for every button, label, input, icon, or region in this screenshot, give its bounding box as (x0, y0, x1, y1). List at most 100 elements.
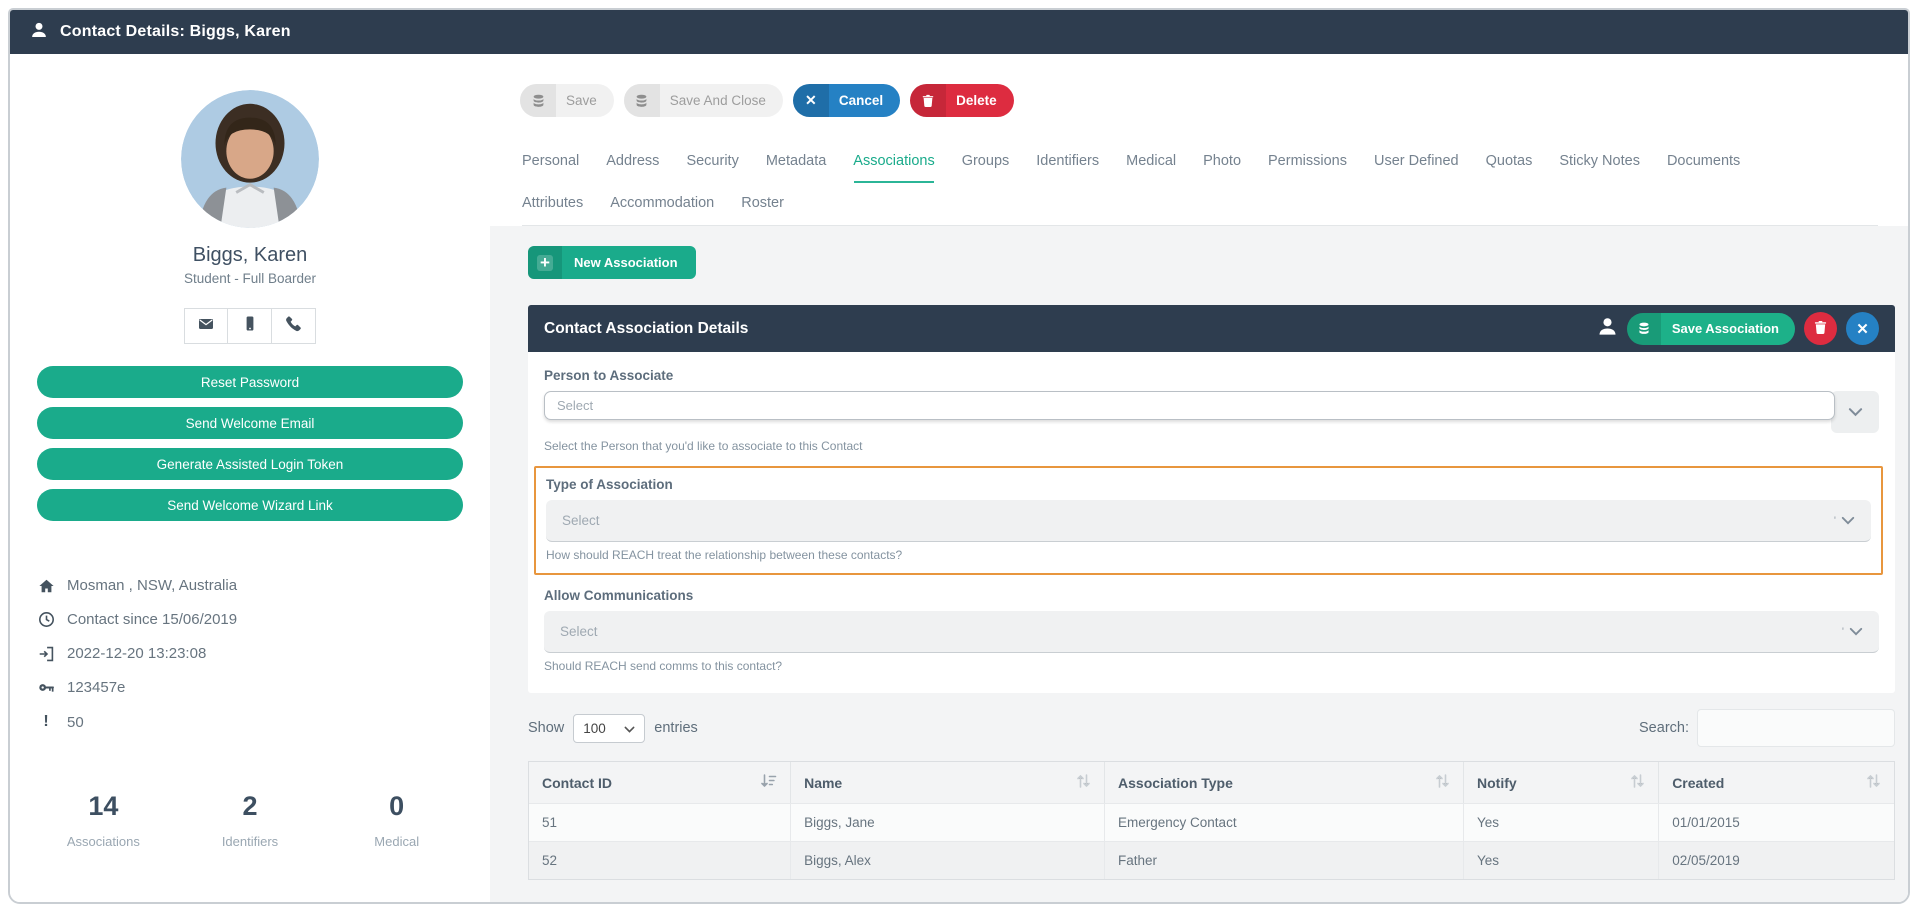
stat-medical: 0 Medical (374, 791, 420, 849)
cell-contact-id: 51 (529, 803, 792, 841)
mobile-button[interactable] (228, 308, 272, 344)
person-to-associate-field: Person to Associate Select Select the Pe… (544, 368, 1879, 453)
person-icon (1597, 316, 1618, 342)
clock-icon (37, 611, 55, 628)
contact-details-window: Contact Details: Biggs, Karen Biggs, Kar… (8, 8, 1910, 904)
tab-photo[interactable]: Photo (1203, 151, 1241, 171)
delete-button[interactable]: Delete (910, 84, 1014, 117)
mobile-icon (242, 315, 258, 337)
column-header-association-type[interactable]: Association Type (1105, 762, 1464, 803)
select-placeholder: Select (560, 624, 598, 639)
phone-button[interactable] (272, 308, 316, 344)
tab-metadata[interactable]: Metadata (766, 151, 826, 171)
tab-quotas[interactable]: Quotas (1486, 151, 1533, 171)
close-association-button[interactable]: ✕ (1846, 312, 1879, 345)
column-header-name[interactable]: Name (791, 762, 1106, 803)
profile-stats: 14 Associations 2 Identifiers 0 Medical (30, 791, 470, 849)
column-header-created[interactable]: Created (1659, 762, 1894, 803)
last-login-info: 2022-12-20 13:23:08 (37, 645, 463, 662)
password-info: 123457e (37, 679, 463, 696)
tab-personal[interactable]: Personal (522, 151, 579, 171)
plus-icon: + (528, 246, 562, 279)
save-and-close-button[interactable]: Save And Close (623, 84, 783, 117)
new-association-button[interactable]: + New Association (528, 246, 696, 279)
close-icon: ✕ (1856, 320, 1869, 338)
save-button[interactable]: Save (520, 84, 614, 117)
table-row[interactable]: 52 Biggs, Alex Father Yes 02/05/2019 (529, 841, 1894, 879)
sort-icon (1630, 774, 1645, 791)
chevron-down-icon (1849, 624, 1863, 639)
panel-title: Contact Association Details (544, 319, 749, 337)
contact-tabs: Personal Address Security Metadata Assoc… (522, 151, 1878, 226)
profile-role: Student - Full Boarder (183, 271, 317, 286)
cancel-button[interactable]: ✕ Cancel (792, 84, 901, 117)
table-header-row: Contact ID Name Association Type Notify … (529, 762, 1894, 803)
cell-created: 01/01/2015 (1659, 803, 1894, 841)
page-title: Contact Details: Biggs, Karen (60, 23, 291, 40)
tab-sticky-notes[interactable]: Sticky Notes (1559, 151, 1640, 171)
table-controls: Show 100 entries Search: (528, 709, 1895, 747)
key-icon (37, 679, 55, 696)
allow-communications-select[interactable]: Select ' (544, 611, 1879, 653)
main-area: Save Save And Close ✕ Cancel Delete Pers… (490, 54, 1908, 902)
send-welcome-wizard-link-button[interactable]: Send Welcome Wizard Link (37, 489, 463, 521)
field-label: Type of Association (546, 477, 673, 492)
cell-notify: Yes (1464, 803, 1660, 841)
column-header-notify[interactable]: Notify (1464, 762, 1660, 803)
cell-name: Biggs, Alex (791, 841, 1106, 879)
person-to-associate-select[interactable]: Select (544, 391, 1879, 433)
cell-created: 02/05/2019 (1659, 841, 1894, 879)
save-association-button[interactable]: Save Association (1626, 312, 1795, 345)
show-label: Show (528, 720, 565, 736)
cell-association-type: Emergency Contact (1105, 803, 1464, 841)
sort-active-icon (760, 774, 777, 791)
tab-groups[interactable]: Groups (962, 151, 1010, 171)
column-header-contact-id[interactable]: Contact ID (529, 762, 792, 803)
generate-assisted-login-token-button[interactable]: Generate Assisted Login Token (37, 448, 463, 480)
search-input[interactable] (1697, 709, 1895, 747)
cell-name: Biggs, Jane (791, 803, 1106, 841)
profile-sidebar: Biggs, Karen Student - Full Boarder Rese… (10, 54, 490, 902)
tab-roster[interactable]: Roster (741, 193, 784, 213)
page-size-select[interactable]: 100 (573, 713, 646, 743)
trash-icon (1813, 319, 1828, 339)
tab-associations[interactable]: Associations (853, 151, 935, 183)
reset-password-button[interactable]: Reset Password (37, 366, 463, 398)
association-panel-body: Person to Associate Select Select the Pe… (528, 352, 1895, 693)
tab-user-defined[interactable]: User Defined (1374, 151, 1459, 171)
tab-attributes[interactable]: Attributes (522, 193, 583, 213)
tab-identifiers[interactable]: Identifiers (1036, 151, 1099, 171)
select-placeholder: Select (557, 398, 594, 413)
tab-address[interactable]: Address (606, 151, 659, 171)
envelope-icon (197, 316, 215, 337)
stat-associations: 14 Associations (66, 791, 140, 849)
contact-since-info: Contact since 15/06/2019 (37, 611, 463, 628)
delete-association-button[interactable] (1804, 312, 1837, 345)
page-size-value: 100 (583, 720, 606, 736)
entries-label: entries (654, 720, 698, 736)
home-icon (37, 578, 55, 594)
email-button[interactable] (184, 308, 228, 344)
sort-icon (1076, 774, 1091, 791)
profile-name: Biggs, Karen (192, 244, 308, 266)
field-label: Person to Associate (544, 368, 674, 383)
tab-accommodation[interactable]: Accommodation (610, 193, 714, 213)
location-info: Mosman , NSW, Australia (37, 577, 463, 594)
tab-permissions[interactable]: Permissions (1268, 151, 1347, 171)
send-welcome-email-button[interactable]: Send Welcome Email (37, 407, 463, 439)
trash-icon (910, 84, 947, 117)
database-icon (623, 84, 660, 117)
chevron-down-icon (1831, 391, 1879, 433)
tab-security[interactable]: Security (686, 151, 738, 171)
user-icon (30, 21, 48, 44)
type-of-association-select[interactable]: Select ' (546, 500, 1871, 542)
tab-documents[interactable]: Documents (1667, 151, 1740, 171)
tab-medical[interactable]: Medical (1126, 151, 1176, 171)
database-icon (520, 84, 556, 117)
cell-notify: Yes (1464, 841, 1660, 879)
table-row[interactable]: 51 Biggs, Jane Emergency Contact Yes 01/… (529, 803, 1894, 841)
association-panel-header: Contact Association Details Save Associa… (528, 305, 1895, 352)
contact-association-panel: Contact Association Details Save Associa… (528, 305, 1895, 693)
contact-methods (184, 308, 316, 344)
sort-icon (1866, 774, 1881, 791)
